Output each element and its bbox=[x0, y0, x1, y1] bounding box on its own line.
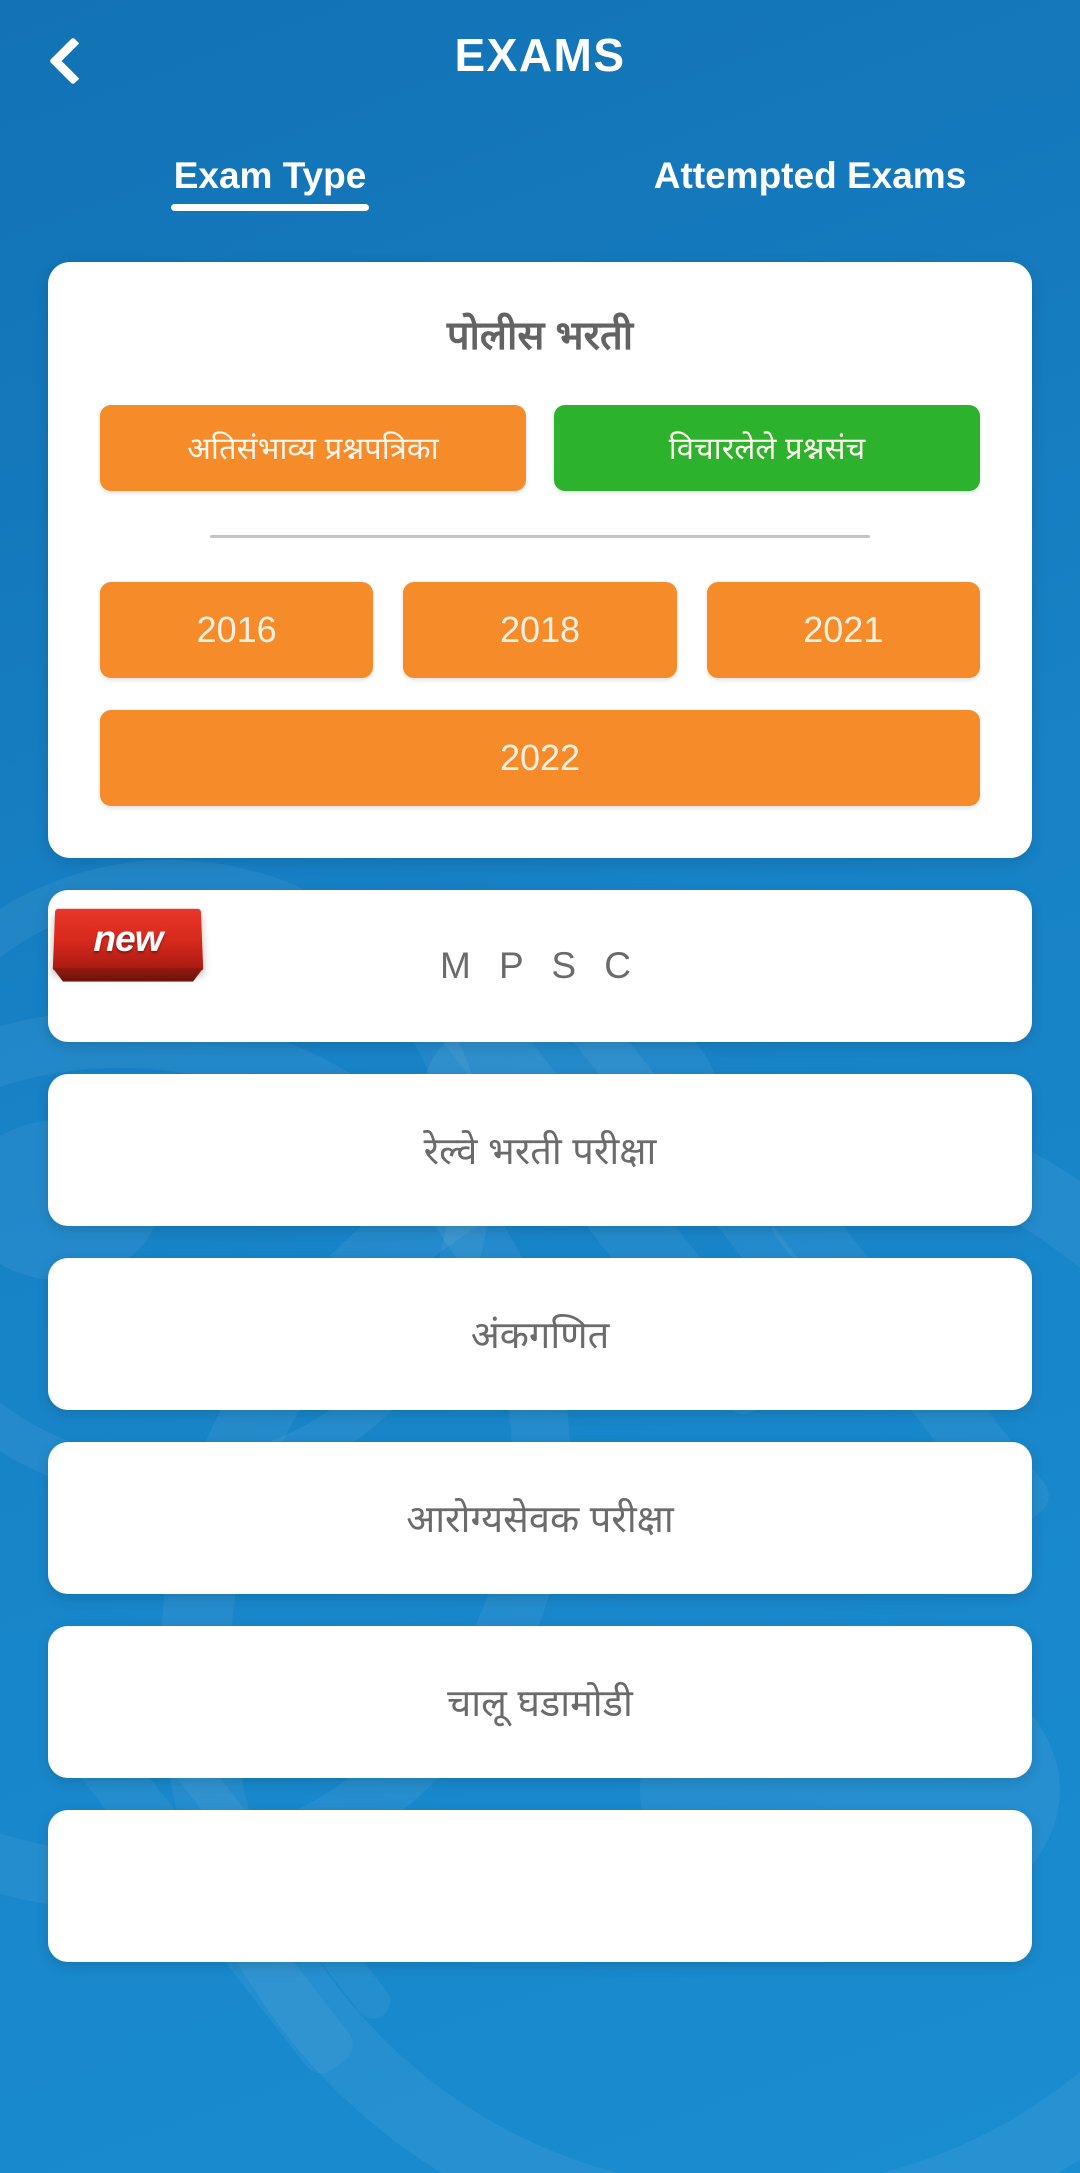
exam-list-item-partial[interactable] bbox=[48, 1810, 1032, 1962]
tab-attempted-exams[interactable]: Attempted Exams bbox=[540, 155, 1080, 227]
new-badge: new bbox=[52, 908, 204, 971]
year-row-secondary: 2022 bbox=[100, 710, 980, 806]
page-title: EXAMS bbox=[454, 29, 626, 81]
exam-card-title: पोलीस भरती bbox=[446, 314, 634, 358]
exam-list-item-label: चालू घडामोडी bbox=[447, 1683, 633, 1725]
card-divider bbox=[210, 535, 870, 538]
year-button-2022[interactable]: 2022 bbox=[100, 710, 980, 806]
tab-exam-type-label: Exam Type bbox=[170, 155, 369, 211]
tab-bar: Exam Type Attempted Exams bbox=[0, 155, 1080, 227]
exam-list-item-current-affairs[interactable]: चालू घडामोडी bbox=[48, 1626, 1032, 1778]
exam-list-item-mpsc[interactable]: new M P S C bbox=[48, 890, 1032, 1042]
exam-list-item-railway[interactable]: रेल्वे भरती परीक्षा bbox=[48, 1074, 1032, 1226]
new-badge-label: new bbox=[93, 918, 163, 960]
year-row-primary: 2016 2018 2021 bbox=[100, 582, 980, 678]
app-header: EXAMS Exam Type Attempted Exams bbox=[0, 0, 1080, 211]
exam-list-item-arithmetic[interactable]: अंकगणित bbox=[48, 1258, 1032, 1410]
exam-list-item-health-worker[interactable]: आरोग्यसेवक परीक्षा bbox=[48, 1442, 1032, 1594]
year-button-2016[interactable]: 2016 bbox=[100, 582, 374, 678]
year-button-2021[interactable]: 2021 bbox=[706, 582, 980, 678]
exam-card-police-bharti: पोलीस भरती अतिसंभाव्य प्रश्नपत्रिका विचा… bbox=[48, 262, 1032, 858]
exam-list-item-label: M P S C bbox=[439, 945, 641, 986]
tab-attempted-exams-label: Attempted Exams bbox=[653, 155, 967, 196]
exam-list-scroll[interactable]: पोलीस भरती अतिसंभाव्य प्रश्नपत्रिका विचा… bbox=[0, 262, 1080, 1962]
tab-exam-type[interactable]: Exam Type bbox=[0, 155, 540, 227]
exam-list-item-label: रेल्वे भरती परीक्षा bbox=[423, 1131, 657, 1173]
mode-button-asked-question-sets[interactable]: विचारलेले प्रश्नसंच bbox=[554, 405, 980, 491]
mode-button-probable-papers[interactable]: अतिसंभाव्य प्रश्नपत्रिका bbox=[100, 405, 526, 491]
exam-mode-row: अतिसंभाव्य प्रश्नपत्रिका विचारलेले प्रश्… bbox=[100, 405, 980, 491]
exam-list-item-label: अंकगणित bbox=[470, 1315, 610, 1357]
year-button-2018[interactable]: 2018 bbox=[403, 582, 677, 678]
exam-list-item-label: आरोग्यसेवक परीक्षा bbox=[406, 1499, 674, 1541]
